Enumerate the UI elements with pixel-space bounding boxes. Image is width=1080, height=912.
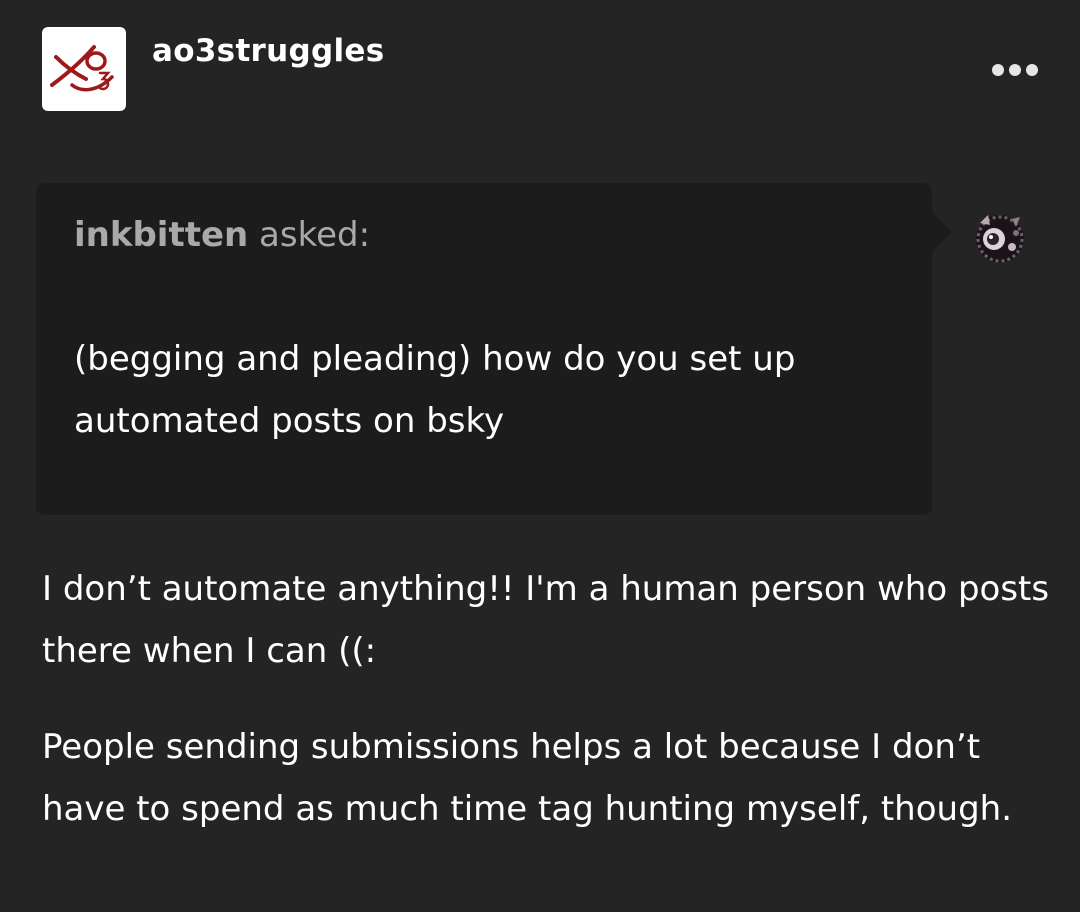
question-text: (begging and pleading) how do you set up… (74, 339, 796, 441)
asker-name[interactable]: inkbitten (74, 215, 248, 255)
asked-label: asked: (259, 215, 371, 255)
asker-line: inkbitten asked: (74, 215, 370, 255)
blog-username[interactable]: ao3struggles (152, 33, 385, 69)
answer-paragraph: People sending submissions helps a lot b… (42, 727, 1013, 829)
more-dot (1009, 64, 1021, 76)
post: ao3struggles inkbitten asked: (begging a… (0, 0, 1080, 912)
more-dot (992, 64, 1004, 76)
answer-paragraph: I don’t automate anything!! I'm a human … (42, 569, 1050, 671)
blog-avatar[interactable] (42, 27, 126, 111)
ask-bubble-pointer (932, 212, 952, 252)
ao3-logo-icon (50, 45, 114, 92)
more-dot (1026, 64, 1038, 76)
more-options-button[interactable] (992, 56, 1040, 84)
answer-body: I don’t automate anything!! I'm a human … (42, 558, 1052, 840)
asker-avatar-icon (976, 215, 1024, 263)
asker-avatar[interactable] (968, 205, 1032, 269)
